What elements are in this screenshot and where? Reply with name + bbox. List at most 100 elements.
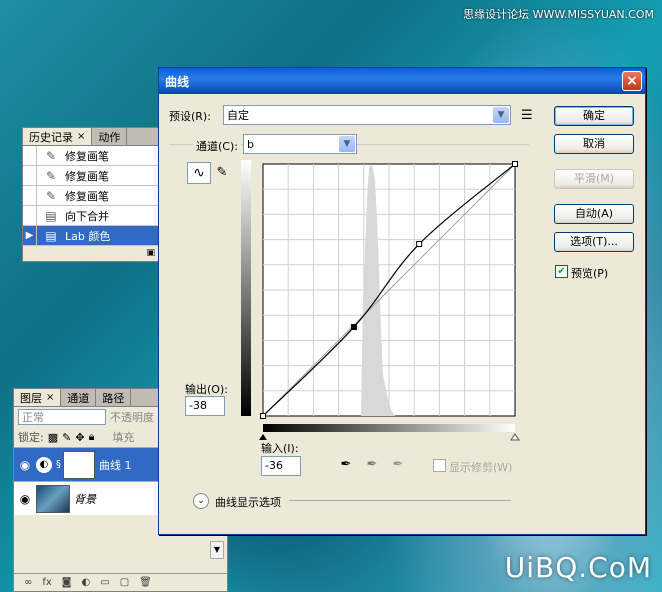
history-item[interactable]: ✎ 修复画笔 [23, 145, 161, 166]
curve-control-point[interactable] [512, 161, 518, 167]
lock-all-icon[interactable]: 🔒︎ [89, 430, 95, 444]
history-checkbox[interactable] [23, 145, 37, 166]
ok-button[interactable]: 确定 [554, 106, 634, 126]
healing-brush-icon: ✎ [45, 188, 57, 203]
new-layer-icon[interactable]: ▢ [120, 577, 129, 588]
layers-footer: ∞ fx ◙ ◐ ▭ ▢ 🗑︎ [14, 573, 227, 591]
tab-paths[interactable]: 路径 [96, 389, 132, 406]
auto-button[interactable]: 自动(A) [554, 204, 634, 224]
tab-actions-label: 动作 [98, 130, 121, 144]
curve-control-point[interactable] [416, 241, 423, 248]
tab-actions[interactable]: 动作 [92, 128, 128, 145]
gray-eyedropper-icon[interactable]: ✒ [363, 456, 381, 474]
preset-label: 预设(R): [169, 110, 211, 123]
show-clipping-checkbox[interactable] [433, 459, 446, 472]
cancel-button[interactable]: 取消 [554, 134, 634, 154]
history-item[interactable]: ✎ 修复画笔 [23, 165, 161, 186]
close-icon[interactable]: × [46, 392, 54, 403]
layer-mask-thumb[interactable] [63, 450, 95, 479]
lock-transparent-icon[interactable]: ▩ [48, 431, 58, 444]
adjustment-icon: ◐ [36, 456, 52, 473]
options-button[interactable]: 选项(T)... [554, 232, 634, 252]
preset-select[interactable]: 自定 ▼ [223, 105, 511, 125]
expand-icon[interactable]: ⌄ [193, 493, 209, 509]
eye-icon[interactable]: ◉ [14, 458, 36, 472]
preset-value: 自定 [227, 109, 249, 122]
preview-label: 预览(P) [571, 267, 609, 280]
opacity-label: 不透明度 [110, 411, 154, 424]
history-checkbox[interactable] [23, 165, 37, 186]
watermark-bottom: UiBQ.CoM [504, 551, 652, 584]
scroll-down-icon[interactable]: ▼ [210, 541, 224, 559]
black-eyedropper-icon[interactable]: ✒ [337, 456, 355, 474]
fill-label: 填充 [112, 431, 135, 444]
dialog-title: 曲线 [165, 74, 190, 89]
layer-thumb[interactable] [36, 484, 70, 513]
merge-icon: ▤ [45, 208, 57, 223]
chevron-down-icon: ▼ [493, 107, 509, 123]
trash-icon[interactable]: 🗑︎ [139, 577, 152, 588]
history-item-selected[interactable]: ▶ ▤ Lab 颜色 [23, 225, 161, 246]
white-eyedropper-icon[interactable]: ✒ [389, 456, 407, 474]
blend-mode-select[interactable]: 正常 [18, 409, 106, 425]
input-gradient-bar [263, 424, 515, 432]
healing-brush-icon: ✎ [45, 168, 57, 183]
curve-graph[interactable] [241, 160, 531, 450]
adjustment-layer-icon[interactable]: ◐ [82, 577, 91, 588]
tab-channels-label: 通道 [67, 391, 90, 405]
tab-paths-label: 路径 [102, 391, 125, 405]
preset-options-icon[interactable]: ☰ [521, 108, 533, 123]
close-icon[interactable]: × [77, 131, 85, 142]
layer-name[interactable]: 背景 [74, 491, 96, 507]
white-point-slider-icon[interactable] [510, 433, 520, 441]
eye-icon[interactable]: ◉ [14, 492, 36, 506]
curve-control-point[interactable] [260, 413, 266, 419]
history-item-label: 修复画笔 [65, 169, 109, 183]
input-label: 输入(I): [261, 442, 299, 455]
channel-label: 通道(C): [193, 138, 241, 154]
curves-dialog: 曲线 × 预设(R): 自定 ▼ ☰ 通道(C): b ▼ ∿ ✎ 输出(O):… [158, 67, 646, 535]
input-field[interactable]: -36 [261, 456, 301, 476]
channel-select[interactable]: b ▼ [243, 134, 357, 154]
output-gradient-bar [241, 160, 251, 416]
history-state-marker-icon[interactable]: ▶ [23, 225, 37, 246]
lock-label: 锁定: [18, 431, 44, 444]
curve-display-options-label[interactable]: 曲线显示选项 [215, 494, 281, 510]
dialog-titlebar[interactable]: 曲线 × [159, 68, 645, 94]
blend-mode-value: 正常 [22, 411, 44, 424]
history-item[interactable]: ✎ 修复画笔 [23, 185, 161, 206]
delete-icon[interactable]: ▣ [146, 248, 155, 258]
tab-layers[interactable]: 图层 × [14, 389, 62, 406]
tab-channels[interactable]: 通道 [61, 389, 97, 406]
history-panel: 历史记录 × 动作 ✎ 修复画笔 ✎ 修复画笔 ✎ 修复画笔 ▤ 向下合并 ▶ … [22, 127, 162, 262]
show-clipping-label: 显示修剪(W) [449, 461, 513, 474]
curve-point-tool-icon[interactable]: ∿ [187, 162, 211, 184]
layer-name[interactable]: 曲线 1 [99, 457, 132, 473]
history-item-label: 修复画笔 [65, 189, 109, 203]
history-item-label: Lab 颜色 [65, 229, 111, 243]
history-checkbox[interactable] [23, 205, 37, 226]
lock-paint-icon[interactable]: ✎ [62, 431, 71, 444]
history-item-label: 修复画笔 [65, 149, 109, 163]
close-button[interactable]: × [622, 71, 642, 91]
preview-checkbox[interactable]: ✔ [555, 265, 568, 278]
history-checkbox[interactable] [23, 185, 37, 206]
link-layers-icon[interactable]: ∞ [24, 577, 32, 588]
tab-history[interactable]: 历史记录 × [23, 128, 93, 145]
channel-value: b [247, 137, 254, 151]
history-footer: ▣ [23, 246, 161, 260]
fx-icon[interactable]: fx [42, 577, 51, 588]
group-icon[interactable]: ▭ [100, 577, 109, 588]
output-label: 输出(O): [185, 383, 228, 396]
healing-brush-icon: ✎ [45, 148, 57, 163]
divider [289, 500, 511, 501]
history-item[interactable]: ▤ 向下合并 [23, 205, 161, 226]
pencil-icon[interactable]: ✎ [213, 164, 231, 182]
link-icon[interactable]: § [56, 459, 61, 470]
curve-control-point[interactable] [350, 324, 357, 331]
output-field[interactable]: -38 [185, 396, 225, 416]
smooth-button[interactable]: 平滑(M) [554, 169, 634, 189]
lock-position-icon[interactable]: ✥ [75, 431, 84, 444]
mask-icon[interactable]: ◙ [62, 577, 72, 588]
watermark-top: 思缘设计论坛 WWW.MISSYUAN.COM [463, 8, 654, 21]
